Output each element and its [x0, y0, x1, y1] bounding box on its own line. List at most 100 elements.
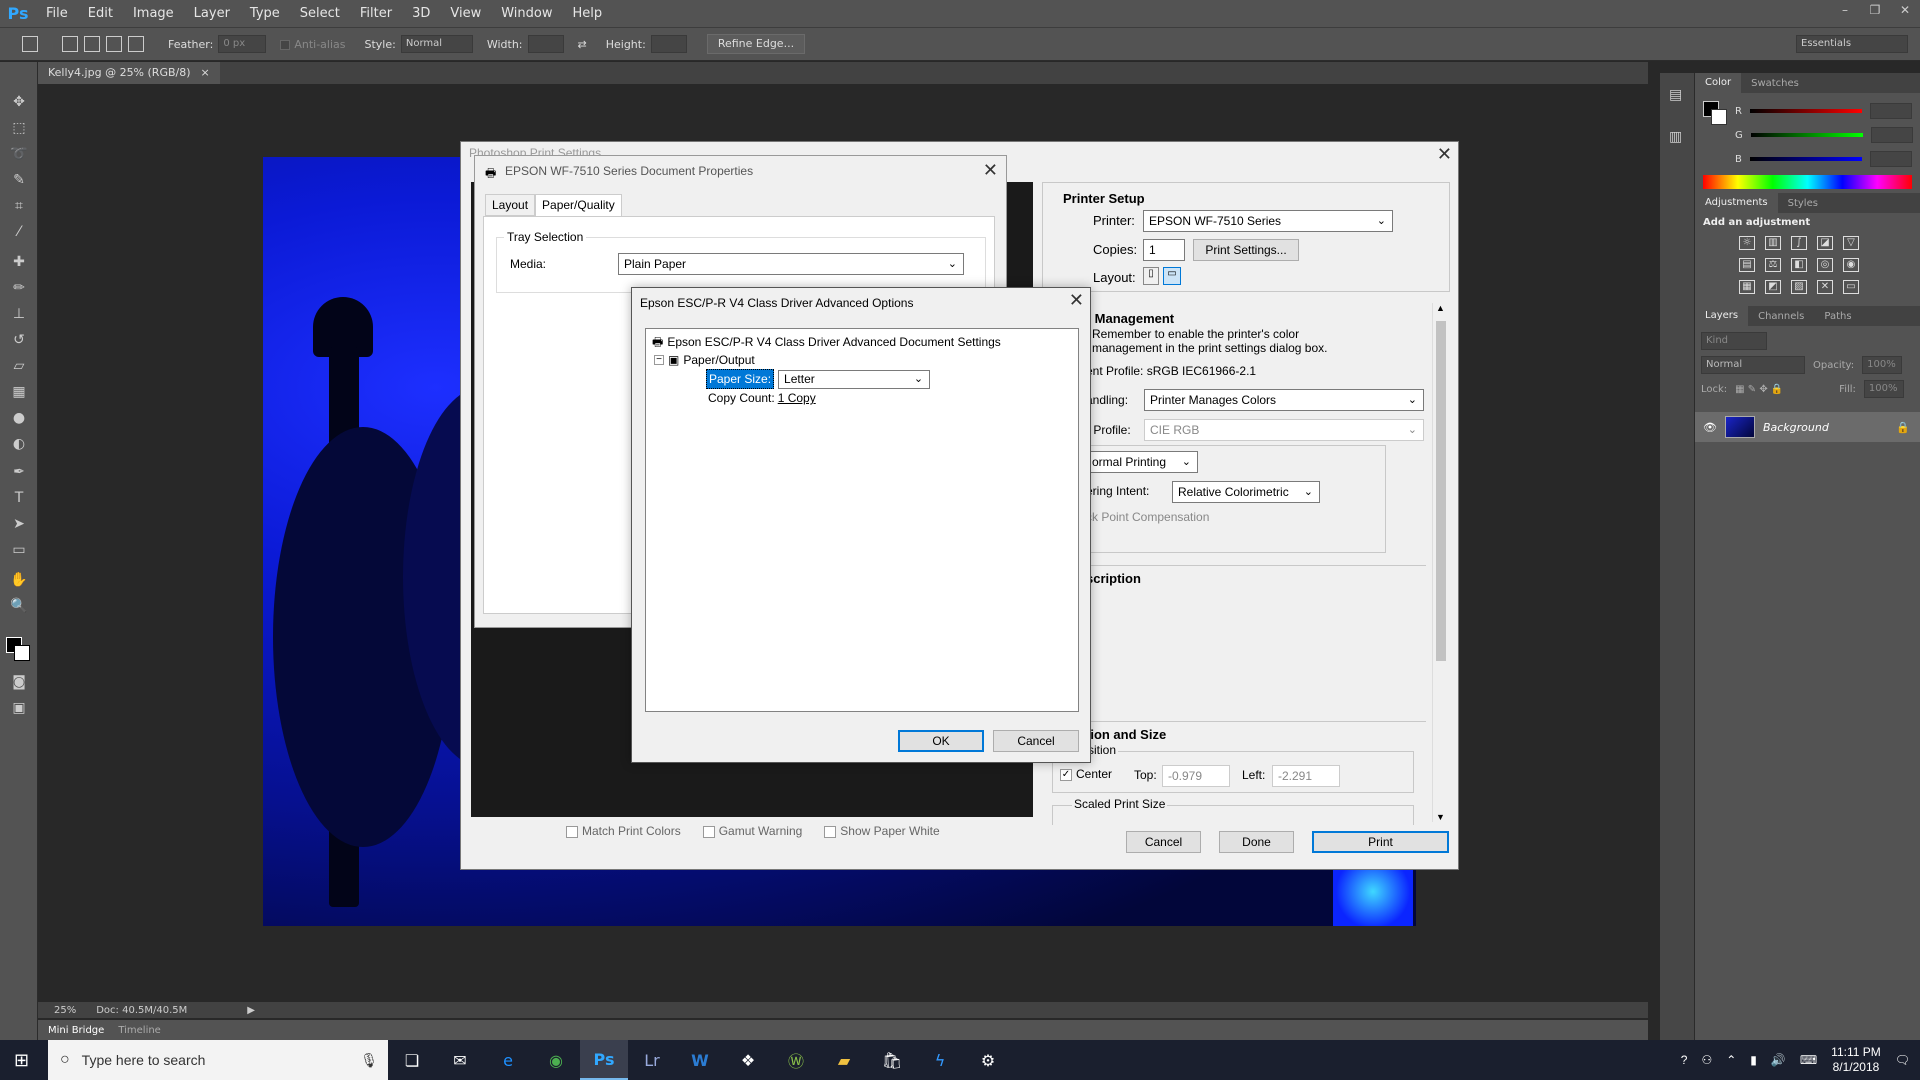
subtract-selection-icon[interactable] — [106, 36, 122, 52]
height-input[interactable] — [650, 35, 687, 53]
print-settings-button[interactable]: Print Settings... — [1193, 239, 1299, 261]
pen-icon[interactable]: ✒ — [9, 462, 29, 482]
color-handling-select[interactable]: Printer Manages Colors ⌄ — [1144, 389, 1424, 411]
curves-icon[interactable]: ∫ — [1791, 236, 1807, 250]
black-point-compensation[interactable]: ck Point Compensation — [1086, 510, 1209, 524]
menu-select[interactable]: Select — [290, 6, 350, 21]
collapse-icon[interactable]: − — [654, 355, 664, 365]
quick-select-icon[interactable]: ✎ — [9, 170, 29, 190]
restore-button[interactable]: ❐ — [1860, 0, 1890, 20]
scroll-up-icon[interactable]: ▲ — [1436, 303, 1445, 313]
blur-icon[interactable]: ● — [9, 408, 29, 428]
layer-background[interactable]: 👁 Background 🔒 — [1695, 412, 1920, 442]
paper-size-select[interactable]: Letter ⌄ — [778, 369, 931, 389]
photoshop-taskbar-icon[interactable]: Ps — [580, 1040, 628, 1080]
antialias-checkbox[interactable]: Anti-alias — [280, 38, 346, 51]
print-button[interactable]: Print — [1312, 831, 1449, 853]
zoom-icon[interactable]: 🔍 — [9, 596, 29, 616]
brush-icon[interactable]: ✏ — [9, 278, 29, 298]
brightness-icon[interactable]: ☼ — [1739, 236, 1755, 250]
history-icon[interactable]: ▤ — [1669, 87, 1682, 103]
menu-filter[interactable]: Filter — [350, 6, 402, 21]
lasso-icon[interactable]: ➰ — [9, 144, 29, 164]
help-icon[interactable]: ? — [1681, 1053, 1688, 1067]
refine-edge-button[interactable]: Refine Edge... — [706, 34, 806, 54]
lookup-icon[interactable]: ▦ — [1739, 280, 1755, 294]
move-tool-icon[interactable]: ✥ — [9, 92, 29, 112]
rendering-intent-select[interactable]: Relative Colorimetric ⌄ — [1172, 481, 1320, 503]
tab-layers[interactable]: Layers — [1695, 306, 1749, 326]
portrait-layout-icon[interactable]: ▯ — [1143, 267, 1159, 285]
style-select[interactable]: Normal — [400, 35, 473, 53]
ok-button[interactable]: OK — [898, 730, 984, 752]
photo-filter-icon[interactable]: ◎ — [1817, 258, 1833, 272]
tab-layout[interactable]: Layout — [485, 194, 536, 216]
left-input[interactable]: -2.291 — [1272, 765, 1340, 787]
bolt-app-icon[interactable]: ϟ — [916, 1040, 964, 1080]
tab-color[interactable]: Color — [1695, 73, 1742, 93]
done-button[interactable]: Done — [1219, 831, 1294, 853]
center-checkbox[interactable]: ✓ Center — [1060, 767, 1112, 781]
landscape-layout-icon[interactable]: ▭ — [1163, 267, 1181, 285]
document-properties-close-icon[interactable]: ✕ — [983, 160, 998, 181]
width-input[interactable] — [527, 35, 564, 53]
microphone-icon[interactable]: 🎙 — [360, 1052, 378, 1069]
tree-paper-size[interactable]: Paper Size: Letter ⌄ — [706, 369, 1078, 389]
marquee-tool-icon[interactable] — [22, 36, 38, 52]
edge-icon[interactable]: e — [484, 1040, 532, 1080]
store-icon[interactable]: 🛍 — [868, 1040, 916, 1080]
workspace-select[interactable]: Essentials — [1796, 35, 1908, 53]
slider-red-track[interactable] — [1749, 109, 1862, 113]
marquee-icon[interactable]: ⬚ — [9, 118, 29, 138]
cancel-print-button[interactable]: Cancel — [1126, 831, 1201, 853]
people-icon[interactable]: ⚇ — [1701, 1053, 1712, 1067]
color-bg-swatch[interactable] — [1711, 109, 1727, 125]
advanced-options-close-icon[interactable]: ✕ — [1069, 290, 1084, 311]
visibility-eye-icon[interactable]: 👁 — [1703, 421, 1717, 434]
show-paper-white-checkbox[interactable]: Show Paper White — [824, 824, 940, 838]
lock-icons[interactable]: ▦ ✎ ✥ 🔒 — [1735, 384, 1831, 395]
menu-help[interactable]: Help — [563, 6, 613, 21]
keyboard-icon[interactable]: ⌨ — [1800, 1053, 1817, 1067]
task-view-icon[interactable]: ❏ — [388, 1040, 436, 1080]
bw-icon[interactable]: ◧ — [1791, 258, 1807, 272]
posterize-icon[interactable]: ▨ — [1791, 280, 1807, 294]
swap-icon[interactable]: ⇄ — [578, 38, 587, 51]
taskbar-search[interactable]: ○ Type here to search 🎙 — [48, 1040, 388, 1080]
layer-kind-select[interactable]: Kind — [1701, 332, 1767, 350]
chrome-icon[interactable]: ◉ — [532, 1040, 580, 1080]
mail-icon[interactable]: ✉ — [436, 1040, 484, 1080]
tab-adjustments[interactable]: Adjustments — [1695, 193, 1778, 213]
intersect-selection-icon[interactable] — [128, 36, 144, 52]
word-icon[interactable]: W — [676, 1040, 724, 1080]
gradient-map-icon[interactable]: ▭ — [1843, 280, 1859, 294]
network-icon[interactable]: ▮ — [1750, 1053, 1757, 1067]
copies-input[interactable]: 1 — [1143, 239, 1185, 261]
tab-styles[interactable]: Styles — [1778, 198, 1828, 209]
exposure-icon[interactable]: ◪ — [1817, 236, 1833, 250]
screen-mode-icon[interactable]: ▣ — [9, 698, 29, 718]
settings-gear-icon[interactable]: ⚙ — [964, 1040, 1012, 1080]
rectangle-icon[interactable]: ▭ — [9, 540, 29, 560]
match-print-colors-checkbox[interactable]: Match Print Colors — [566, 824, 681, 838]
vibrance-icon[interactable]: ▽ — [1843, 236, 1859, 250]
eraser-icon[interactable]: ▱ — [9, 356, 29, 376]
hue-icon[interactable]: ▤ — [1739, 258, 1755, 272]
lightroom-icon[interactable]: Lr — [628, 1040, 676, 1080]
background-color-swatch[interactable] — [14, 645, 30, 661]
tab-paths[interactable]: Paths — [1814, 311, 1861, 322]
tab-timeline[interactable]: Timeline — [118, 1025, 161, 1036]
crop-icon[interactable]: ⌗ — [9, 196, 29, 216]
tab-mini-bridge[interactable]: Mini Bridge — [48, 1025, 104, 1036]
menu-window[interactable]: Window — [491, 6, 562, 21]
eyedropper-icon[interactable]: ⁄ — [9, 222, 29, 242]
tab-swatches[interactable]: Swatches — [1741, 78, 1809, 89]
add-selection-icon[interactable] — [84, 36, 100, 52]
history-brush-icon[interactable]: ↺ — [9, 330, 29, 350]
tree-paper-output[interactable]: − ▣ Paper/Output — [654, 351, 1078, 369]
document-tab[interactable]: Kelly4.jpg @ 25% (RGB/8) × — [38, 62, 220, 84]
menu-view[interactable]: View — [440, 6, 491, 21]
mixer-icon[interactable]: ◉ — [1843, 258, 1859, 272]
volume-icon[interactable]: 🔊 — [1771, 1053, 1786, 1067]
menu-layer[interactable]: Layer — [184, 6, 240, 21]
